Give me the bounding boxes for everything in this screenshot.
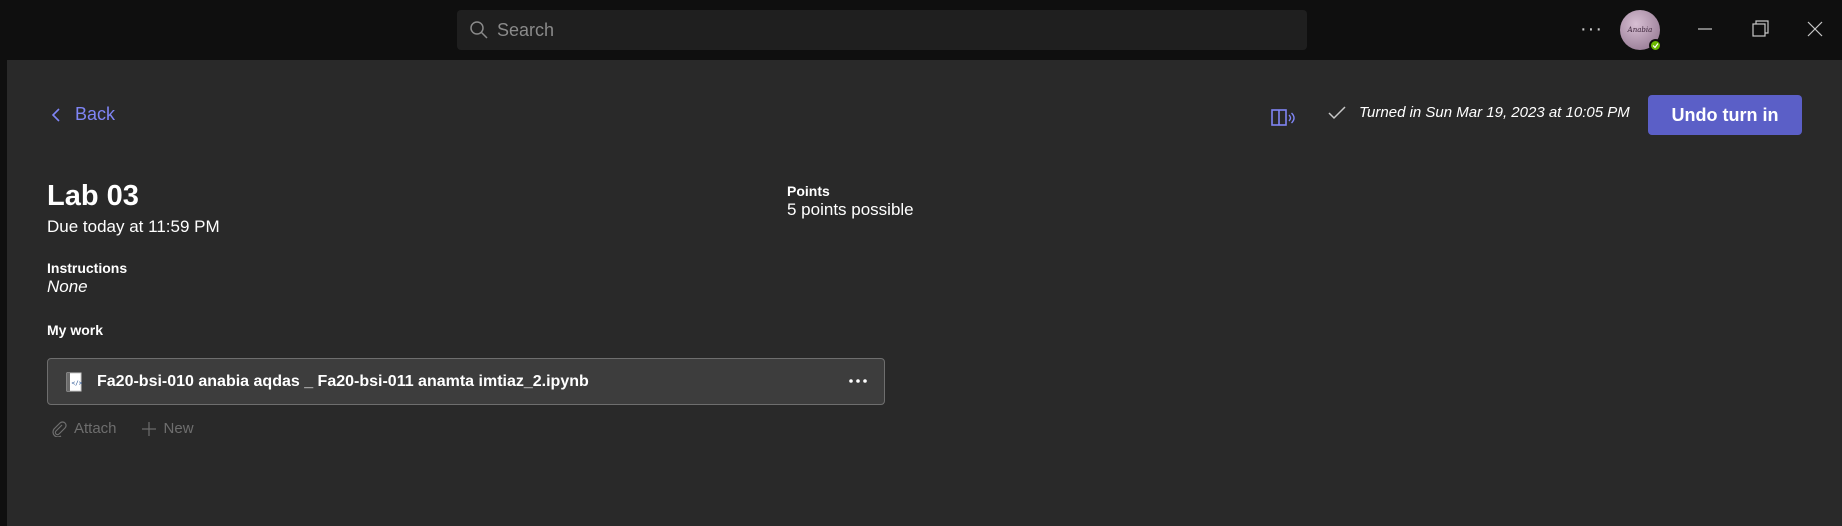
more-options-button[interactable]: ··· xyxy=(1580,17,1602,41)
code-file-icon: </> xyxy=(66,372,83,391)
back-button[interactable]: Back xyxy=(51,104,115,125)
file-attachment-card[interactable]: </> Fa20-bsi-010 anabia aqdas _ Fa20-bsi… xyxy=(47,358,885,405)
search-box[interactable] xyxy=(457,10,1307,50)
assignment-panel: Back Turned in Sun Mar 19, 2023 at 10:05… xyxy=(7,60,1842,526)
title-bar: ··· Anabia xyxy=(0,0,1842,60)
due-date: Due today at 11:59 PM xyxy=(47,217,220,236)
instructions-label: Instructions xyxy=(47,260,128,276)
minimize-icon[interactable] xyxy=(1690,14,1720,44)
plus-icon xyxy=(141,421,156,436)
points-label: Points xyxy=(787,183,830,199)
new-button[interactable]: New xyxy=(141,420,194,437)
search-input[interactable] xyxy=(497,19,1277,41)
attach-label: Attach xyxy=(74,420,117,437)
search-icon xyxy=(470,21,488,39)
points-value: 5 points possible xyxy=(787,200,914,219)
svg-text:</>: </> xyxy=(72,380,83,387)
file-more-options-icon[interactable] xyxy=(846,369,870,393)
close-icon[interactable] xyxy=(1800,14,1830,44)
file-name: Fa20-bsi-010 anabia aqdas _ Fa20-bsi-011… xyxy=(97,372,589,390)
instructions-value: None xyxy=(47,277,88,296)
chevron-left-icon xyxy=(51,107,60,122)
attach-button[interactable]: Attach xyxy=(51,420,117,437)
avatar-text: Anabia xyxy=(1627,26,1653,34)
attach-actions: Attach New xyxy=(51,420,194,437)
assignment-title: Lab 03 xyxy=(47,180,139,212)
immersive-reader-icon[interactable] xyxy=(1269,104,1297,132)
paperclip-icon xyxy=(52,420,67,437)
my-work-label: My work xyxy=(47,322,104,338)
checkmark-icon xyxy=(1328,105,1346,119)
turned-in-status: Turned in Sun Mar 19, 2023 at 10:05 PM xyxy=(1327,104,1630,121)
restore-icon[interactable] xyxy=(1745,14,1775,44)
presence-available-icon xyxy=(1649,39,1662,52)
avatar[interactable]: Anabia xyxy=(1620,10,1662,52)
turned-in-text: Turned in Sun Mar 19, 2023 at 10:05 PM xyxy=(1359,104,1630,121)
undo-turn-in-button[interactable]: Undo turn in xyxy=(1648,95,1802,135)
back-label: Back xyxy=(75,104,116,124)
new-label: New xyxy=(163,420,194,437)
